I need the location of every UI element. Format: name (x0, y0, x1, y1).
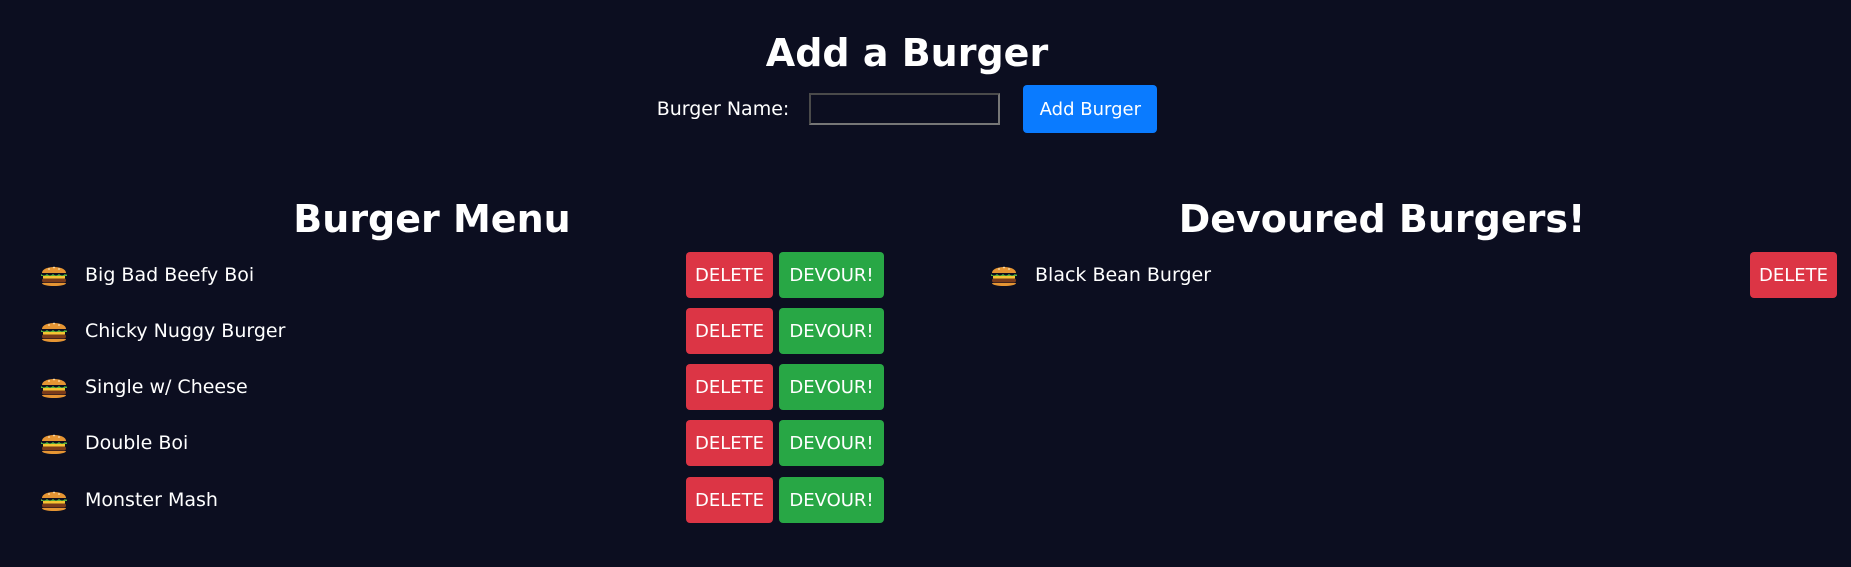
burger-name: Monster Mash (85, 489, 218, 511)
delete-button[interactable]: DELETE (686, 308, 773, 354)
burger-name: Double Boi (85, 432, 189, 454)
menu-list-item: Monster Mash DELETE DEVOUR! (38, 476, 888, 524)
devoured-burgers-title: Devoured Burgers! (1178, 197, 1586, 241)
burger-icon (41, 491, 67, 511)
burger-name: Single w/ Cheese (85, 376, 248, 398)
delete-button[interactable]: DELETE (686, 477, 773, 523)
delete-button[interactable]: DELETE (1750, 252, 1837, 298)
burger-icon (41, 266, 67, 286)
delete-button[interactable]: DELETE (686, 364, 773, 410)
add-burger-title: Add a Burger (765, 31, 1049, 75)
devour-button[interactable]: DEVOUR! (779, 252, 884, 298)
delete-button[interactable]: DELETE (686, 420, 773, 466)
burger-name: Chicky Nuggy Burger (85, 320, 286, 342)
burger-icon (41, 378, 67, 398)
menu-list-item: Single w/ Cheese DELETE DEVOUR! (38, 363, 888, 411)
devour-button[interactable]: DEVOUR! (779, 477, 884, 523)
burger-name: Big Bad Beefy Boi (85, 264, 255, 286)
burger-icon (41, 434, 67, 454)
delete-button[interactable]: DELETE (686, 252, 773, 298)
burger-name: Black Bean Burger (1035, 264, 1212, 286)
burger-icon (991, 266, 1017, 286)
burger-name-input[interactable] (809, 93, 1001, 125)
burger-menu-title: Burger Menu (293, 197, 571, 241)
add-burger-form: Burger Name: Add Burger (0, 85, 1814, 133)
add-burger-button[interactable]: Add Burger (1023, 85, 1158, 133)
burger-icon (41, 322, 67, 342)
devour-button[interactable]: DEVOUR! (779, 420, 884, 466)
devour-button[interactable]: DEVOUR! (779, 364, 884, 410)
menu-list-item: Double Boi DELETE DEVOUR! (38, 419, 888, 467)
burger-name-label: Burger Name: (656, 98, 790, 120)
devoured-list-item: Black Bean Burger DELETE (988, 251, 1838, 299)
devour-button[interactable]: DEVOUR! (779, 308, 884, 354)
menu-list-item: Big Bad Beefy Boi DELETE DEVOUR! (38, 251, 888, 299)
menu-list-item: Chicky Nuggy Burger DELETE DEVOUR! (38, 307, 888, 355)
